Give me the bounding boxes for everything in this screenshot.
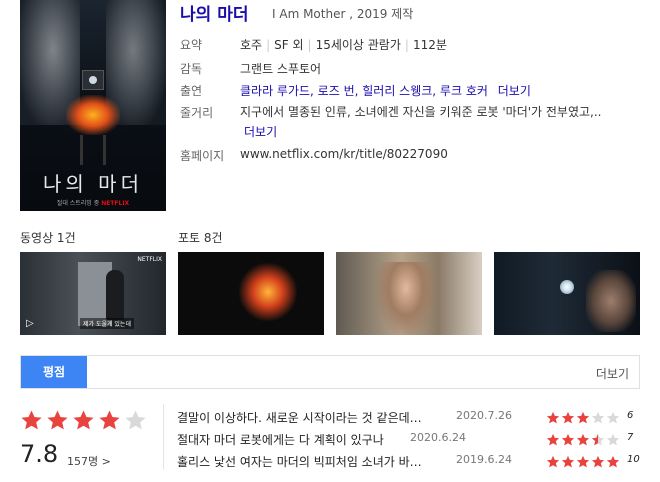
review-stars xyxy=(546,411,620,425)
star-icon xyxy=(576,411,590,424)
photo-thumbnail-1[interactable] xyxy=(178,252,324,335)
star-icon xyxy=(561,455,575,468)
poster-footer: 절대 스트리밍 중 NETFLIX xyxy=(20,198,166,207)
star-icon xyxy=(99,410,120,430)
director-link[interactable]: 그랜트 스푸토어 xyxy=(240,60,321,77)
summary-rating: 15세이상 관람가 xyxy=(315,38,401,52)
star-icon xyxy=(546,433,560,446)
review-score: 10 xyxy=(627,454,640,465)
divider xyxy=(163,404,164,470)
summary-runtime: 112분 xyxy=(412,38,447,52)
netflix-logo: NETFLIX xyxy=(101,200,130,207)
star-icon xyxy=(47,410,68,430)
star-icon xyxy=(591,411,605,424)
rating-tab-bar: 평점 더보기 xyxy=(20,355,640,389)
average-score: 7.8 xyxy=(20,440,59,468)
poster-robot-eye xyxy=(89,76,97,84)
review-date: 2020.7.26 xyxy=(456,409,512,422)
movie-subtitle: I Am Mother , 2019 제작 xyxy=(272,7,414,21)
homepage-link[interactable]: www.netflix.com/kr/title/80227090 xyxy=(240,147,448,161)
ratings-more-link[interactable]: 더보기 xyxy=(596,365,629,382)
poster-title: 나의 마더 xyxy=(43,172,143,196)
review-item[interactable]: 홀리스 낯선 여자는 마더의 빅피처임 소녀가 바… 2019.6.24 10 xyxy=(177,453,640,469)
movie-title-link[interactable]: 나의 마더 xyxy=(180,0,248,25)
play-icon: ▷ xyxy=(26,318,34,329)
star-icon xyxy=(606,411,620,424)
star-icon xyxy=(21,410,42,430)
poster-robot-glow xyxy=(66,95,120,135)
photo-thumbnail-3[interactable] xyxy=(494,252,640,335)
summary-values: 호주 | SF 외 | 15세이상 관람가 | 112분 xyxy=(240,38,447,52)
review-date: 2020.6.24 xyxy=(410,431,466,444)
thumbnail-brand: NETFLIX xyxy=(137,256,162,263)
movie-poster[interactable]: 나의 마더 절대 스트리밍 중 NETFLIX xyxy=(20,0,166,211)
star-icon xyxy=(546,455,560,468)
summary-genre: SF 외 xyxy=(274,38,304,52)
star-icon xyxy=(591,455,605,468)
review-stars xyxy=(546,455,620,469)
star-icon xyxy=(546,411,560,424)
cast-label: 출연 xyxy=(180,84,203,98)
photos-section-title[interactable]: 포토 8건 xyxy=(178,229,223,246)
poster-tagline: 절대 스트리밍 중 xyxy=(56,200,100,207)
star-icon xyxy=(73,410,94,430)
plot-more-link[interactable]: 더보기 xyxy=(244,125,277,139)
cast-values: 클라라 루가드, 로즈 번, 힐러리 스웽크, 루크 호커 더보기 xyxy=(240,82,531,99)
video-thumbnail[interactable]: NETFLIX 제가 도울게 있는데 ▷ xyxy=(20,252,166,335)
review-score: 6 xyxy=(627,410,634,421)
cast-more-link[interactable]: 더보기 xyxy=(498,84,531,98)
summary-country: 호주 xyxy=(240,38,263,52)
video-caption: 제가 도울게 있는데 xyxy=(80,318,134,329)
poster-robot-legs xyxy=(80,135,106,165)
review-item[interactable]: 결말이 이상하다. 새로운 시작이라는 것 같은데… 2020.7.26 6 xyxy=(177,409,640,425)
plot-label: 줄거리 xyxy=(180,106,214,120)
star-icon xyxy=(561,433,575,446)
rating-count-link[interactable]: 157명 > xyxy=(67,453,111,469)
summary-label: 요약 xyxy=(180,38,203,52)
director-label: 감독 xyxy=(180,62,203,76)
review-text: 절대자 마더 로봇에게는 다 계획이 있구나 xyxy=(177,433,384,447)
star-icon xyxy=(591,433,605,446)
review-text: 홀리스 낯선 여자는 마더의 빅피처임 소녀가 바… xyxy=(177,455,422,469)
tab-rating[interactable]: 평점 xyxy=(21,356,87,388)
star-icon xyxy=(576,455,590,468)
star-icon xyxy=(561,411,575,424)
average-star-rating xyxy=(20,409,147,432)
star-icon xyxy=(606,455,620,468)
cast-link[interactable]: 클라라 루가드, 로즈 번, 힐러리 스웽크, 루크 호커 xyxy=(240,84,488,98)
star-icon xyxy=(576,433,590,446)
star-icon xyxy=(606,433,620,446)
review-stars xyxy=(546,433,620,447)
plot-text-block: 지구에서 멸종된 인류, 소녀에겐 자신을 키워준 로봇 '마더'가 전부였고,… xyxy=(240,102,610,142)
videos-section-title[interactable]: 동영상 1건 xyxy=(20,229,76,246)
review-item[interactable]: 절대자 마더 로봇에게는 다 계획이 있구나 2020.6.24 7 xyxy=(177,431,640,447)
review-text: 결말이 이상하다. 새로운 시작이라는 것 같은데… xyxy=(177,411,422,425)
review-score: 7 xyxy=(627,432,634,443)
star-icon xyxy=(125,410,146,430)
plot-text: 지구에서 멸종된 인류, 소녀에겐 자신을 키워준 로봇 '마더'가 전부였고,… xyxy=(240,105,602,119)
review-date: 2019.6.24 xyxy=(456,453,512,466)
homepage-label: 홈페이지 xyxy=(180,149,225,163)
photo-thumbnail-2[interactable] xyxy=(336,252,482,335)
